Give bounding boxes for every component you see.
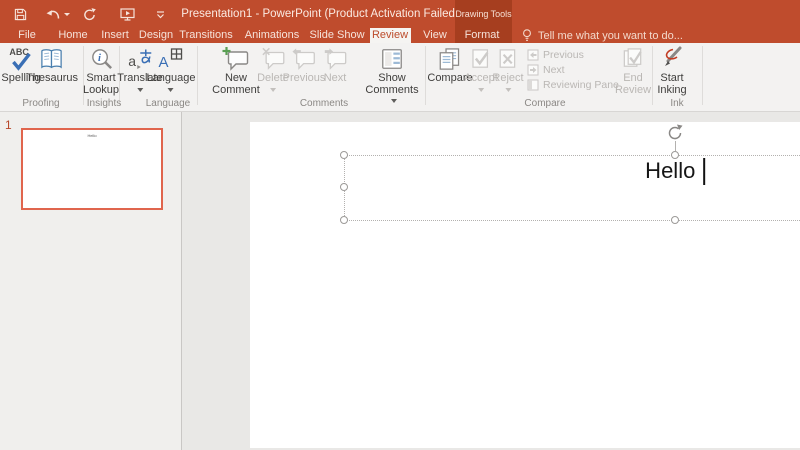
next-comment-button: Next (322, 45, 348, 85)
lightbulb-icon (523, 29, 531, 41)
window-title: Presentation1 - PowerPoint (Product Acti… (181, 8, 459, 20)
group-divider (197, 46, 198, 105)
previous-change-button: Previous (527, 49, 584, 61)
resize-handle-bottom-left[interactable] (340, 216, 348, 224)
reject-button: Reject (492, 45, 524, 92)
reviewing-pane-icon (527, 79, 539, 91)
title-bar: Presentation1 - PowerPoint (Product Acti… (0, 0, 800, 28)
accept-dropdown-caret (477, 87, 484, 92)
next-change-button: Next (527, 64, 565, 76)
thesaurus-button[interactable]: Thesaurus (26, 45, 78, 85)
compare-group-label: Compare (524, 98, 566, 109)
group-divider (425, 46, 426, 105)
language-icon: A (158, 45, 184, 73)
tab-file[interactable]: File (18, 28, 36, 43)
reviewing-pane-label: Reviewing Pane (543, 79, 619, 91)
thesaurus-label: Thesaurus (26, 72, 78, 84)
smart-lookup-icon: i (89, 45, 114, 73)
next-comment-icon (322, 45, 348, 73)
previous-comment-label: Previous (282, 72, 326, 84)
language-group-label: Language (145, 98, 191, 109)
textbox-border-bottom[interactable] (344, 220, 800, 221)
translate-dropdown-caret (136, 87, 143, 92)
tab-view[interactable]: View (423, 28, 447, 43)
insights-group-label: Insights (86, 98, 122, 109)
end-review-label: End Review (614, 72, 652, 96)
start-inking-icon (659, 45, 685, 73)
show-comments-icon (380, 45, 404, 73)
comments-group-label: Comments (299, 98, 349, 109)
slide-thumbnail-panel: 1 Hello (0, 112, 182, 450)
tab-design[interactable]: Design (139, 28, 173, 43)
previous-comment-icon (291, 45, 317, 73)
svg-text:A: A (159, 54, 169, 71)
next-change-icon (527, 64, 539, 76)
accept-icon (468, 45, 493, 73)
tab-home[interactable]: Home (58, 28, 87, 43)
tab-insert[interactable]: Insert (101, 28, 129, 43)
new-comment-button[interactable]: New Comment (211, 45, 261, 96)
resize-handle-top-left[interactable] (340, 151, 348, 159)
tell-me-label: Tell me what you want to do... (538, 29, 683, 42)
textbox-text-value: Hello (645, 158, 696, 183)
delete-dropdown-caret (269, 87, 276, 92)
redo-icon[interactable] (78, 0, 100, 28)
language-dropdown-caret (167, 87, 174, 92)
proofing-group-label: Proofing (22, 98, 60, 109)
tab-review[interactable]: Review (372, 28, 408, 43)
language-label: Language (146, 72, 196, 84)
reviewing-pane-button: Reviewing Pane (527, 79, 619, 91)
textbox-border-top[interactable] (344, 155, 800, 156)
show-comments-button[interactable]: Show Comments (361, 45, 423, 108)
start-inking-label: Start Inking (657, 72, 687, 96)
text-cursor (703, 158, 705, 185)
previous-change-label: Previous (543, 49, 584, 61)
start-from-beginning-icon[interactable] (116, 0, 138, 28)
previous-change-icon (527, 49, 539, 61)
tell-me-box[interactable]: Tell me what you want to do... (522, 28, 683, 43)
language-button[interactable]: A Language (146, 45, 196, 92)
show-comments-label: Show Comments (361, 72, 423, 108)
compare-icon (437, 45, 464, 73)
resize-handle-middle-left[interactable] (340, 183, 348, 191)
group-divider (702, 46, 703, 105)
new-comment-icon (222, 45, 250, 73)
undo-dropdown-icon[interactable] (62, 0, 72, 28)
slide-thumbnail[interactable]: Hello (21, 128, 163, 210)
svg-text:a: a (128, 53, 136, 69)
show-comments-dropdown-caret (390, 99, 397, 103)
tab-slide-show[interactable]: Slide Show (309, 28, 364, 43)
end-review-button: End Review (610, 45, 656, 96)
powerpoint-window: Presentation1 - PowerPoint (Product Acti… (0, 0, 800, 450)
undo-icon[interactable] (42, 0, 64, 28)
slide-number: 1 (5, 118, 12, 132)
next-comment-label: Next (323, 72, 347, 84)
rotate-handle-stem (675, 141, 676, 151)
slide-canvas[interactable] (250, 122, 800, 448)
reject-icon (496, 45, 521, 73)
tab-transitions[interactable]: Transitions (179, 28, 232, 43)
contextual-tab-group-header: Drawing Tools (455, 0, 512, 28)
svg-text:i: i (97, 52, 100, 63)
textbox-text[interactable]: Hello (645, 158, 705, 185)
rotate-handle-icon[interactable] (666, 124, 684, 142)
workspace: 1 Hello Hello (0, 112, 800, 450)
ribbon: ABC Spelling Thesaurus Proofing i Smart … (0, 43, 800, 112)
thumbnail-text: Hello (87, 133, 97, 139)
ribbon-tab-row: File Home Insert Design Transitions Anim… (0, 28, 800, 43)
end-review-icon (620, 45, 646, 73)
ink-group-label: Ink (670, 98, 684, 109)
save-icon[interactable] (9, 0, 31, 28)
tab-animations[interactable]: Animations (245, 28, 299, 43)
start-inking-button[interactable]: Start Inking (651, 45, 693, 96)
tab-format[interactable]: Format (465, 28, 500, 43)
resize-handle-bottom-center[interactable] (671, 216, 679, 224)
thesaurus-icon (39, 45, 64, 73)
previous-comment-button: Previous (282, 45, 326, 85)
new-comment-label: New Comment (212, 72, 260, 96)
reject-dropdown-caret (505, 87, 511, 92)
next-change-label: Next (543, 64, 565, 76)
reject-label: Reject (492, 72, 524, 84)
